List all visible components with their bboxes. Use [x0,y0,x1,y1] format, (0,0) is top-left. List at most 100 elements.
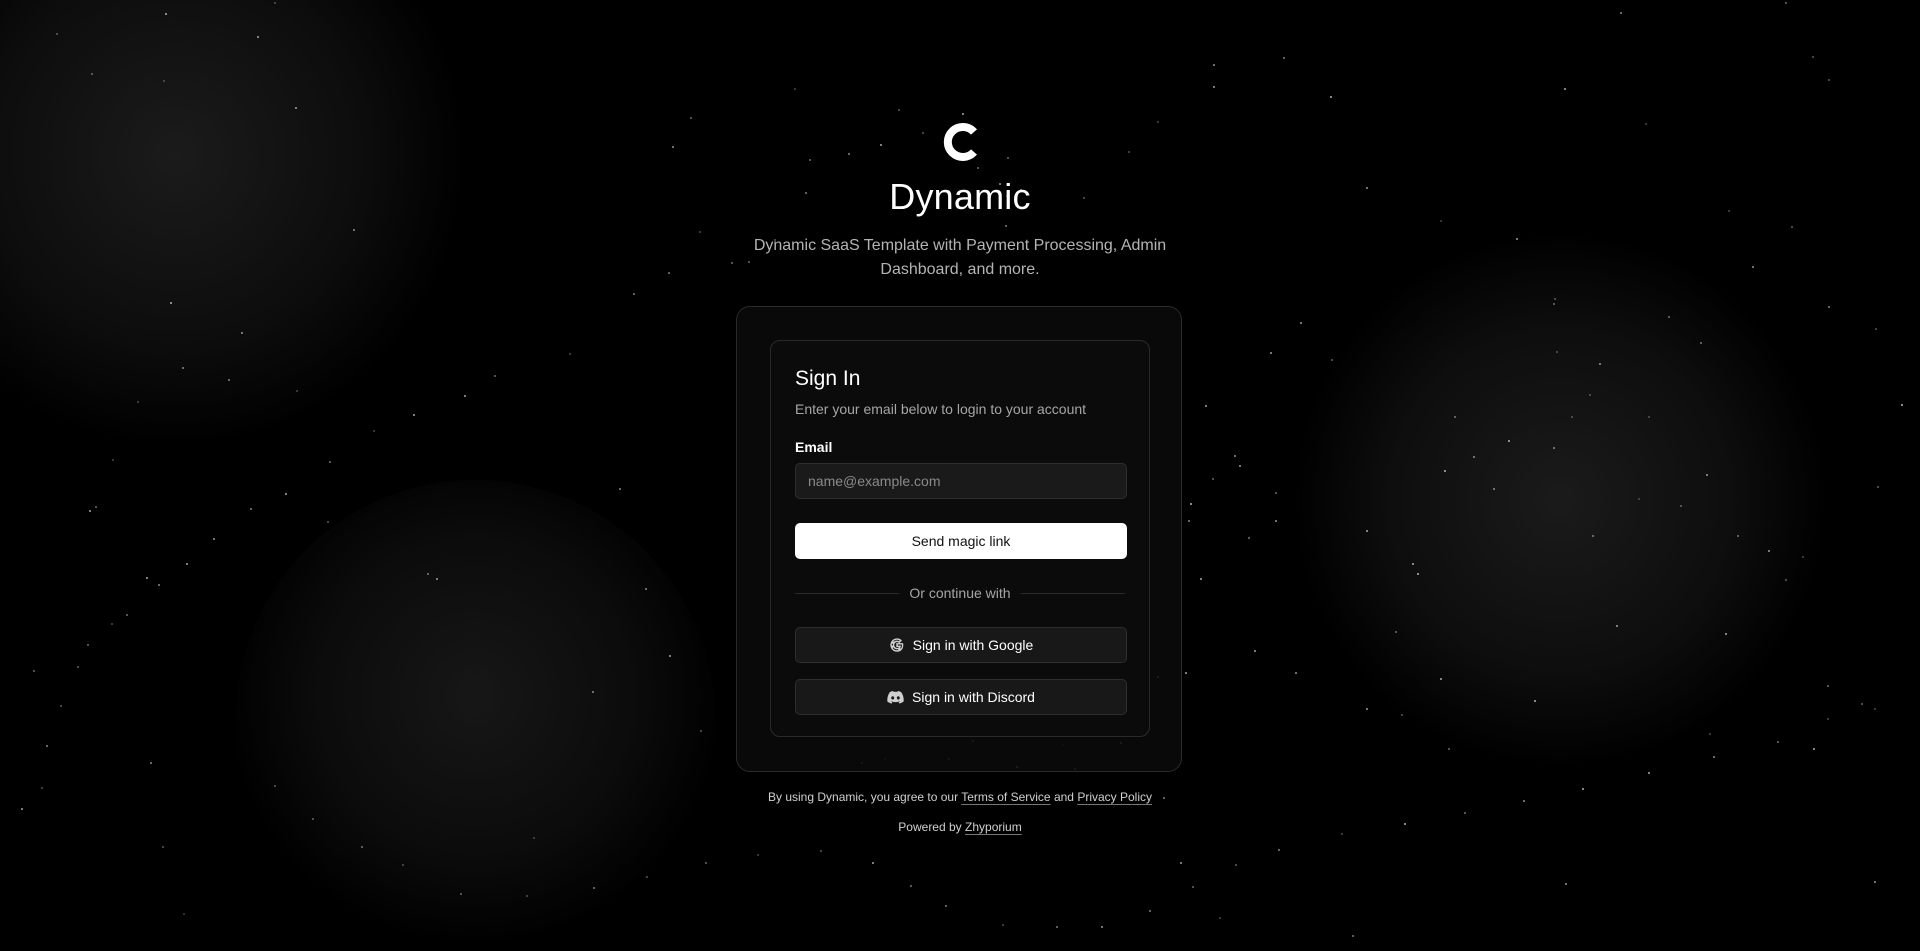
star [1901,404,1903,406]
star [645,588,647,590]
star [1777,741,1779,743]
star [1592,535,1594,537]
star [1827,718,1829,720]
star [592,691,594,693]
star [1248,537,1250,539]
star [89,510,91,512]
star [1589,394,1591,396]
divider-line [795,593,899,594]
star [1713,756,1715,758]
star [1440,678,1442,680]
star [1706,474,1708,476]
star [1785,579,1787,581]
star [1239,465,1241,467]
brand-tagline: Dynamic SaaS Template with Payment Proce… [753,237,1167,278]
terms-and: and [1053,790,1074,804]
privacy-policy-link[interactable]: Privacy Policy [1077,790,1152,804]
sign-in-card: Sign In Enter your email below to login … [770,340,1150,737]
star [1330,96,1332,98]
star [1553,447,1555,449]
star [1212,478,1214,480]
star [112,459,114,461]
star [1709,733,1711,735]
star [146,577,148,579]
star [41,787,43,789]
star [436,578,438,580]
star [295,107,297,109]
star [1571,416,1573,418]
star [1616,625,1618,627]
star [56,33,58,35]
star [1235,864,1237,866]
star [137,401,139,403]
star [1648,416,1650,418]
powered-by: Powered by Zhyporium [0,820,1920,834]
auth-card-frame: Sign In Enter your email below to login … [736,306,1182,772]
star [46,745,48,747]
star [1200,578,1202,580]
star [87,644,89,646]
sign-in-google-button[interactable]: Sign in with Google [795,627,1127,663]
brand-name: Dynamic [889,176,1031,217]
page-background: Dynamic Dynamic SaaS Template with Payme… [0,0,1920,951]
star [1417,573,1419,575]
star [1828,306,1830,308]
star [296,390,298,392]
sign-in-title: Sign In [795,367,861,390]
star [1283,57,1285,59]
star [165,13,167,15]
star [33,670,35,672]
or-continue-divider: Or continue with [795,585,1125,601]
star [1813,748,1815,750]
c-logo-icon [943,123,977,161]
star [77,666,79,668]
star [1493,488,1495,490]
star [150,762,152,764]
star [569,353,571,355]
star [1874,881,1876,883]
star [1295,672,1297,674]
star [162,846,164,848]
google-icon [889,638,903,652]
star [183,913,185,915]
star [95,506,97,508]
terms-prefix: By using Dynamic, you agree to our [768,790,959,804]
divider-text: Or continue with [909,585,1011,601]
terms-of-service-link[interactable]: Terms of Service [961,790,1050,804]
star [945,905,947,907]
star [274,785,276,787]
brand-header: Dynamic Dynamic SaaS Template with Payme… [0,118,1920,282]
sign-in-discord-button[interactable]: Sign in with Discord [795,679,1127,715]
zhyporium-link[interactable]: Zhyporium [965,820,1022,834]
star [464,395,466,397]
email-field[interactable] [795,463,1127,499]
star [1648,772,1650,774]
star [274,2,276,4]
star [170,302,172,304]
star [1448,748,1450,750]
star [872,862,874,864]
star [593,887,595,889]
background-glow [1290,230,1830,770]
star [962,113,964,115]
discord-icon [887,690,904,704]
star [1565,883,1567,885]
star [1553,303,1555,305]
star [1828,79,1830,81]
google-button-label: Sign in with Google [912,637,1034,653]
star [1056,926,1058,928]
star [1401,714,1403,716]
star [1275,520,1277,522]
star [213,538,215,540]
email-label: Email [795,439,833,455]
star [1768,550,1770,552]
star [91,73,93,75]
send-magic-link-button[interactable]: Send magic link [795,523,1127,559]
star [1300,322,1302,324]
star [910,885,912,887]
star [1278,849,1280,851]
star [1213,64,1215,66]
star [182,367,184,369]
star [1875,328,1877,330]
star [533,837,535,839]
